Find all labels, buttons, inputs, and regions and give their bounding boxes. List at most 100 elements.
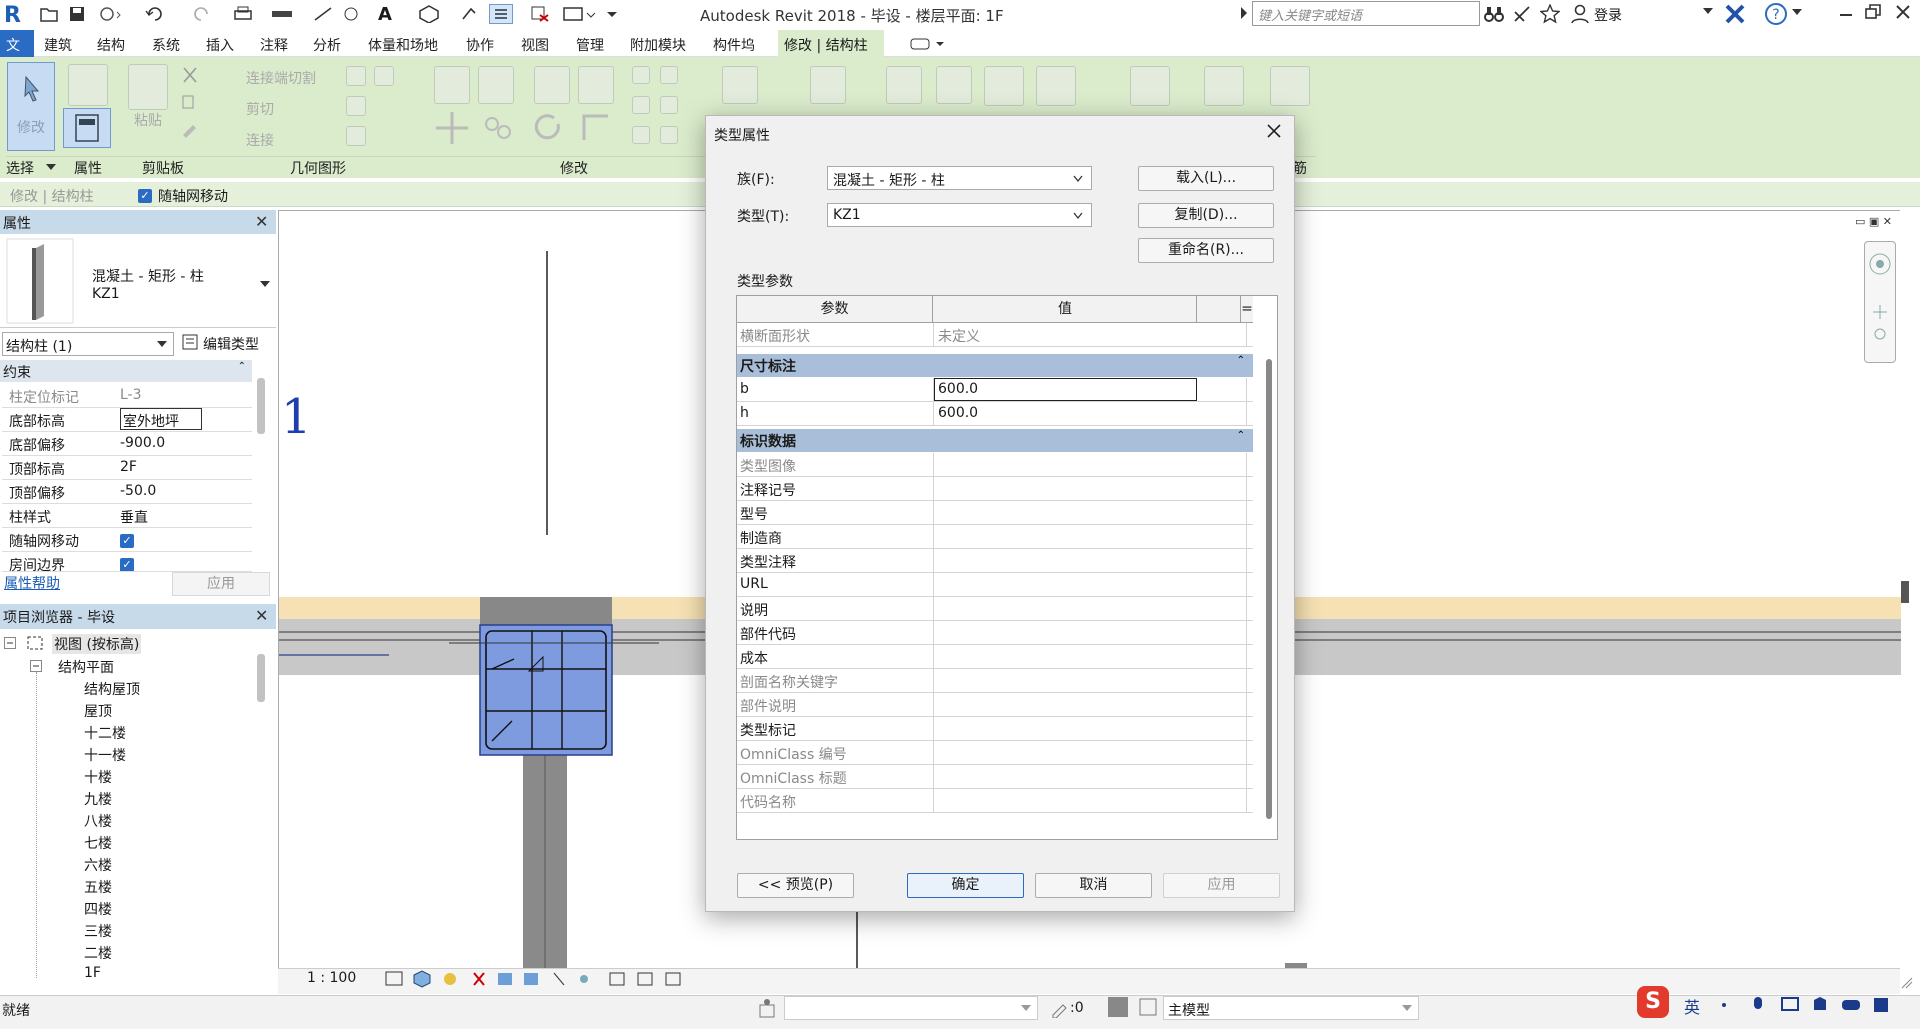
tree-item[interactable]: 五楼 xyxy=(84,877,112,897)
editable-icon[interactable] xyxy=(1050,998,1070,1018)
collapse-icon[interactable]: ⌃ xyxy=(238,361,246,372)
param-value[interactable]: 600.0 xyxy=(938,405,978,421)
cut-label[interactable]: 剪切 xyxy=(246,99,274,119)
menu-structure[interactable]: 结构 xyxy=(97,35,125,55)
section-identity-data[interactable]: 标识数据 ⌃ xyxy=(737,429,1253,452)
ime-toolbar-icons[interactable] xyxy=(1716,994,1906,1016)
match-props-icon[interactable] xyxy=(180,120,200,138)
section-icon[interactable] xyxy=(458,4,480,24)
menu-analyze[interactable]: 分析 xyxy=(313,35,341,55)
grid-row-keynote[interactable]: 注释记号 xyxy=(737,477,1253,501)
pin-icon[interactable] xyxy=(660,66,678,84)
design-option-select[interactable]: 主模型 xyxy=(1163,996,1419,1020)
favorites-star-icon[interactable] xyxy=(1540,4,1560,24)
grid-row-type-mark[interactable]: 类型标记 xyxy=(737,717,1253,741)
preview-button[interactable]: << 预览(P) xyxy=(737,873,854,898)
tree-item[interactable]: 十一楼 xyxy=(84,745,126,765)
array-icon[interactable] xyxy=(632,96,650,114)
edit-type-icon[interactable] xyxy=(182,334,198,350)
properties-close-icon[interactable]: ✕ xyxy=(255,212,268,231)
measure-ribbon-icon[interactable] xyxy=(810,66,846,104)
minimize-window-icon[interactable] xyxy=(1838,3,1854,21)
prop-value[interactable]: 垂直 xyxy=(120,507,148,527)
menu-addins[interactable]: 附加模块 xyxy=(630,35,686,55)
print-icon[interactable] xyxy=(232,4,254,24)
rename-button[interactable]: 重命名(R)... xyxy=(1138,238,1274,263)
tree-item[interactable]: 九楼 xyxy=(84,789,112,809)
menu-insert[interactable]: 插入 xyxy=(206,35,234,55)
b-value-field[interactable]: 600.0 xyxy=(934,378,1197,401)
grid-row-url[interactable]: URL xyxy=(737,573,1253,597)
panel-select-label[interactable]: 选择 xyxy=(6,158,34,178)
text-icon[interactable]: A xyxy=(374,4,396,25)
grid-row-type-comments[interactable]: 类型注释 xyxy=(737,549,1253,573)
save-icon[interactable] xyxy=(66,4,88,24)
move-with-grids-checkbox[interactable]: ✓ xyxy=(138,187,152,203)
highlight-analytical-icon[interactable] xyxy=(1036,66,1076,106)
search-input[interactable]: 键入关键字或短语 xyxy=(1252,1,1480,26)
create-icon[interactable] xyxy=(886,66,922,104)
3d-view-icon[interactable] xyxy=(414,4,444,24)
login-dropdown-icon[interactable] xyxy=(1703,8,1713,16)
subscription-icon[interactable] xyxy=(1512,4,1532,24)
prop-row-base-level[interactable]: 底部标高 室外地坪 xyxy=(2,408,252,432)
grid-row-assembly-code[interactable]: 部件代码 xyxy=(737,621,1253,645)
browser-close-icon[interactable]: ✕ xyxy=(255,606,268,625)
ok-button[interactable]: 确定 xyxy=(907,873,1024,898)
prop-row-column-style[interactable]: 柱样式 垂直 xyxy=(2,504,252,528)
close-hidden-icon[interactable] xyxy=(528,4,552,24)
grid-row-cost[interactable]: 成本 xyxy=(737,645,1253,669)
collapse-icon[interactable]: ⌃ xyxy=(1237,355,1245,366)
workset-select[interactable] xyxy=(784,996,1038,1020)
browser-scrollbar[interactable] xyxy=(257,654,265,702)
restore-window-icon[interactable] xyxy=(1864,3,1882,21)
modify-tool-button[interactable]: 修改 xyxy=(7,62,55,151)
tree-structural-plans[interactable]: 结构平面 xyxy=(58,657,114,677)
close-window-icon[interactable] xyxy=(1894,3,1912,21)
tag-icon[interactable] xyxy=(340,4,362,24)
split-face-icon[interactable] xyxy=(374,66,394,86)
move-icon[interactable] xyxy=(434,110,470,146)
join-label[interactable]: 连接 xyxy=(246,130,274,150)
demolish-icon[interactable] xyxy=(346,126,366,146)
menu-systems[interactable]: 系统 xyxy=(152,35,180,55)
tree-item[interactable]: 二楼 xyxy=(84,943,112,963)
paste-icon[interactable] xyxy=(128,64,168,110)
measure-icon[interactable] xyxy=(268,4,298,24)
instance-filter-select[interactable]: 结构柱 (1) xyxy=(2,332,174,356)
tree-item[interactable]: 十二楼 xyxy=(84,723,126,743)
ime-language[interactable]: 英 xyxy=(1684,994,1700,1018)
tree-item[interactable]: 1F xyxy=(84,965,101,981)
split-icon[interactable] xyxy=(632,66,650,84)
scale-icon[interactable] xyxy=(632,126,650,144)
grid-bubble-label[interactable]: 1 xyxy=(281,389,312,445)
grid-row-h[interactable]: h 600.0 xyxy=(737,402,1253,426)
menu-component-dock[interactable]: 构件坞 xyxy=(713,35,755,55)
copy-elements-icon[interactable] xyxy=(480,110,516,146)
view-scale[interactable]: 1 : 100 xyxy=(307,970,356,986)
grid-row-description[interactable]: 说明 xyxy=(737,597,1253,621)
grid-row-manufacturer[interactable]: 制造商 xyxy=(737,525,1253,549)
family-select[interactable]: 混凝土 - 矩形 - 柱 xyxy=(827,166,1092,190)
attach-top-base-icon[interactable] xyxy=(1130,66,1170,106)
grid-row-section-name-key[interactable]: 剖面名称关键字 xyxy=(737,669,1253,693)
prop-row-top-offset[interactable]: 顶部偏移 -50.0 xyxy=(2,480,252,504)
type-properties-button[interactable] xyxy=(63,108,111,148)
load-button[interactable]: 载入(L)... xyxy=(1138,166,1274,191)
binoculars-icon[interactable] xyxy=(1484,4,1504,24)
type-dropdown-icon[interactable] xyxy=(260,281,270,289)
grid-scrollbar[interactable] xyxy=(1266,359,1272,819)
tree-views-root[interactable]: 视图 (按标高) xyxy=(52,634,142,654)
prop-row-room-bounding[interactable]: 房间边界 ✓ xyxy=(2,552,252,572)
wall-join-icon[interactable] xyxy=(346,66,366,86)
grid-row-omniclass-number[interactable]: OmniClass 编号 xyxy=(737,741,1253,765)
tree-item[interactable]: 屋顶 xyxy=(84,701,112,721)
switch-windows-icon[interactable] xyxy=(560,4,600,24)
prop-row-base-offset[interactable]: 底部偏移 -900.0 xyxy=(2,432,252,456)
undo-icon[interactable] xyxy=(142,4,172,24)
grid-row-code-name[interactable]: 代码名称 xyxy=(737,789,1253,813)
move-with-grids-label[interactable]: 随轴网移动 xyxy=(158,186,228,206)
moves-with-grids-checkbox[interactable]: ✓ xyxy=(120,532,134,548)
duplicate-button[interactable]: 复制(D)... xyxy=(1138,203,1274,228)
menu-view[interactable]: 视图 xyxy=(521,35,549,55)
